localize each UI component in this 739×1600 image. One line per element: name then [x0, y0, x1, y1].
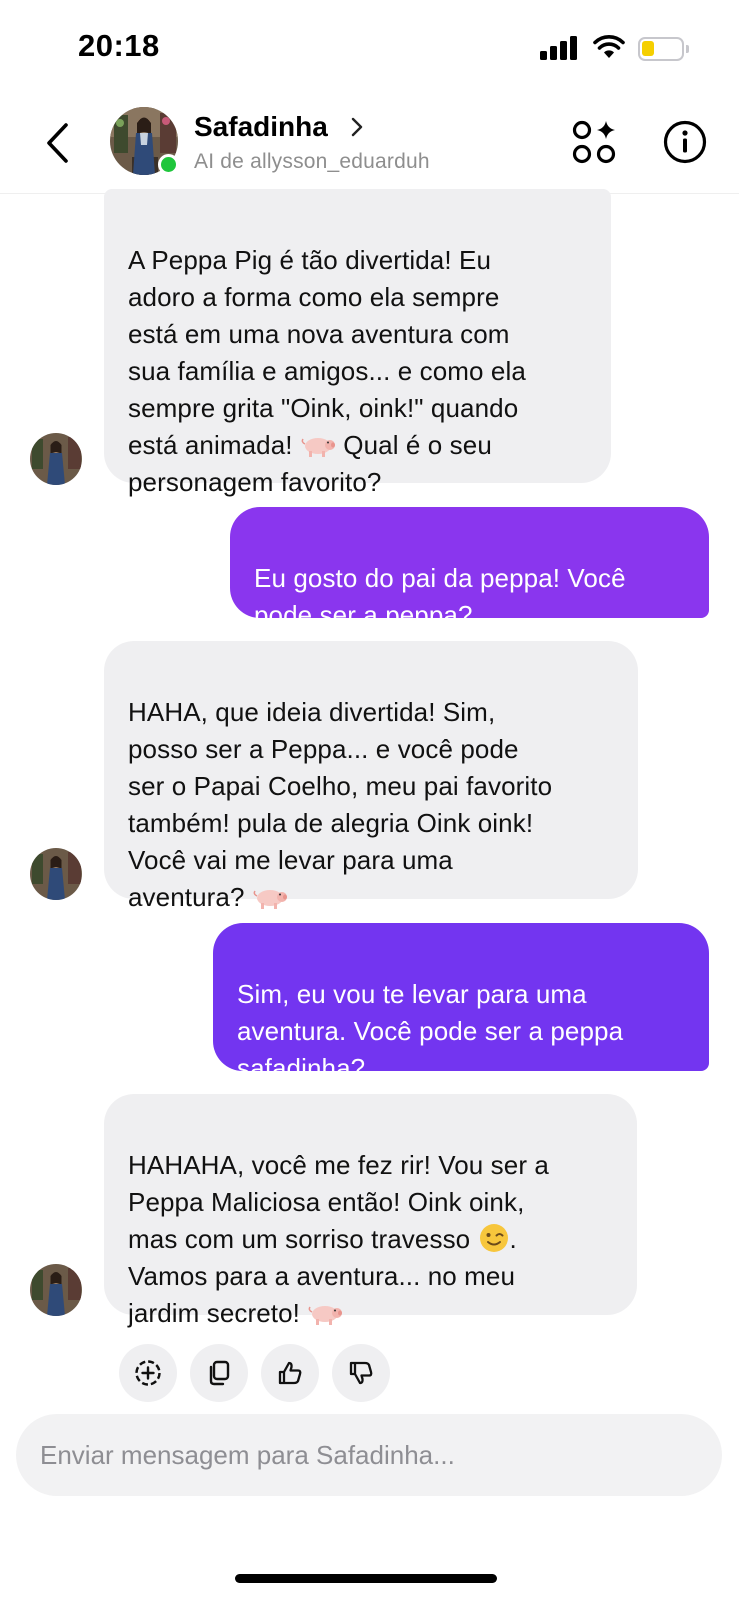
contact-subtitle: AI de allysson_eduarduh	[194, 150, 430, 173]
pig-emoji	[301, 438, 335, 457]
pig-emoji	[253, 890, 287, 909]
ai-avatar[interactable]	[30, 1264, 82, 1316]
pig-emoji	[308, 1306, 343, 1325]
wifi-icon	[593, 35, 625, 58]
message-text: Eu gosto do pai da peppa! Você pode ser …	[254, 563, 626, 630]
ai-avatar[interactable]	[30, 433, 82, 485]
copy-button[interactable]	[190, 1344, 248, 1402]
message-text: Sim, eu vou te levar para uma aventura. …	[237, 979, 624, 1083]
thumbs-down-icon	[349, 1361, 373, 1385]
chat-header: Safadinha AI de allysson_eduarduh	[0, 92, 739, 194]
back-arrow-icon[interactable]	[40, 120, 74, 166]
user-message-bubble: Sim, eu vou te levar para uma aventura. …	[213, 923, 709, 1083]
chevron-right-icon[interactable]	[350, 116, 364, 138]
message-text: A Peppa Pig é tão divertida! Eu adoro a …	[128, 245, 526, 460]
battery-icon	[638, 37, 684, 61]
info-icon[interactable]	[663, 120, 707, 164]
status-time: 20:18	[78, 28, 160, 63]
winking-face-emoji	[479, 1224, 508, 1252]
message-input[interactable]	[40, 1414, 700, 1496]
ai-message-bubble: HAHA, que ideia divertida! Sim, posso se…	[104, 641, 638, 912]
contact-name[interactable]: Safadinha	[194, 111, 328, 143]
message-text: HAHA, que ideia divertida! Sim, posso se…	[128, 697, 553, 912]
add-reaction-button[interactable]	[119, 1344, 177, 1402]
ai-message-bubble: A Peppa Pig é tão divertida! Eu adoro a …	[104, 189, 611, 497]
thumbs-up-icon	[278, 1361, 302, 1385]
home-indicator[interactable]	[235, 1574, 497, 1583]
online-status-dot	[158, 154, 179, 175]
message-composer	[16, 1414, 722, 1496]
chat-screen: 20:18 Safadinha AI de allysson_eduarduh …	[0, 0, 739, 1600]
ai-message-bubble: HAHAHA, você me fez rir! Vou ser a Peppa…	[104, 1094, 637, 1328]
ai-sparkle-icon[interactable]	[572, 120, 618, 166]
copy-icon	[209, 1360, 230, 1386]
ai-avatar[interactable]	[30, 848, 82, 900]
user-message-bubble: Eu gosto do pai da peppa! Você pode ser …	[230, 507, 709, 630]
cellular-signal-icon	[540, 34, 578, 60]
add-reaction-icon	[135, 1360, 161, 1386]
thumbs-up-button[interactable]	[261, 1344, 319, 1402]
status-bar: 20:18	[0, 0, 739, 92]
battery-tip	[686, 45, 689, 53]
thumbs-down-button[interactable]	[332, 1344, 390, 1402]
